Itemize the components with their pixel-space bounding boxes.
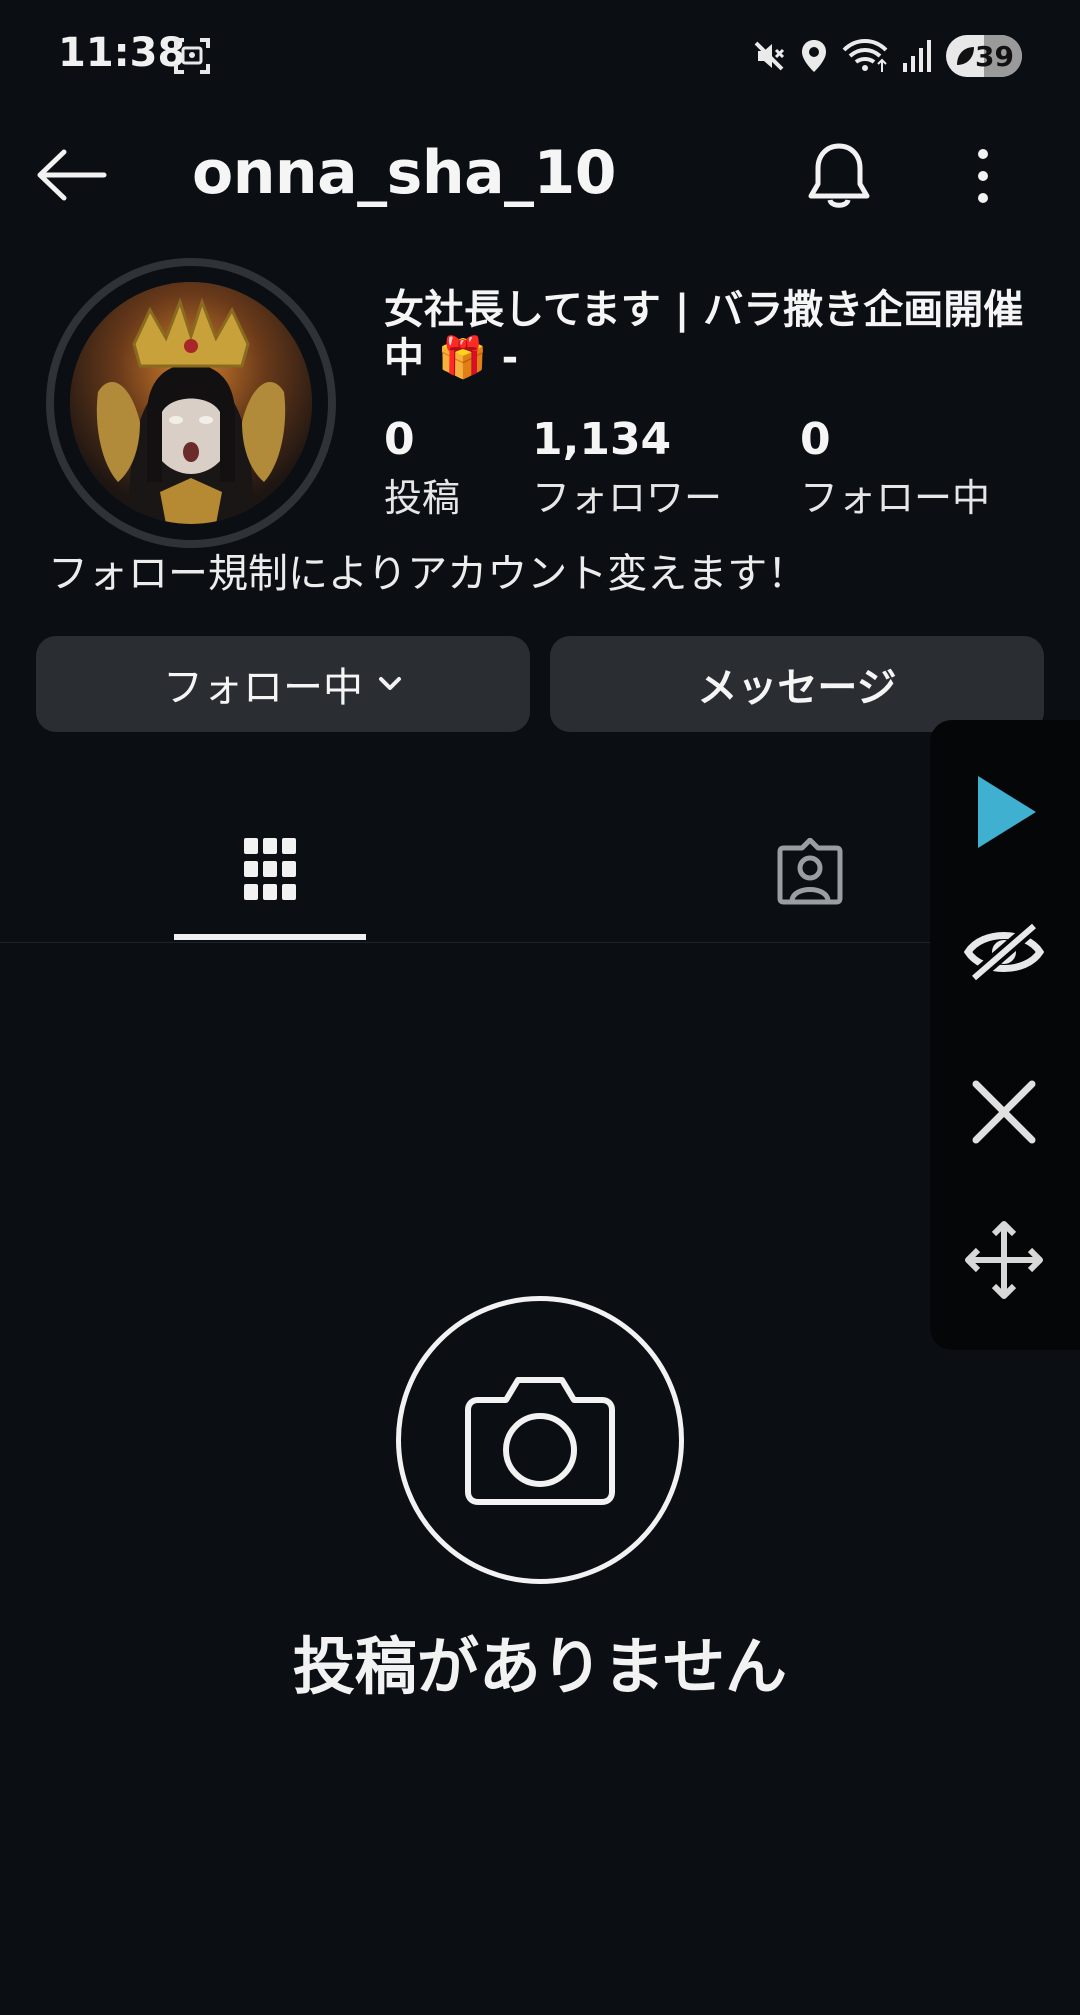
display-name: 女社長してます | バラ撒き企画開催中 🎁 -: [384, 287, 1024, 381]
play-icon[interactable]: [964, 770, 1044, 854]
stat-followers[interactable]: 1,134 フォロワー: [532, 412, 722, 524]
stat-followers-label: フォロワー: [532, 476, 723, 520]
stat-posts-label: 投稿: [384, 476, 461, 520]
leaf-icon: [957, 47, 974, 65]
profile-screen: 11:38 39 onna_sha_10 女社長してます | バラ撒き企画開催中…: [0, 0, 1080, 2015]
stat-posts[interactable]: 0 投稿: [384, 412, 460, 524]
active-tab-indicator: [174, 934, 366, 940]
location-icon: [802, 40, 826, 72]
tagged-person-icon[interactable]: [776, 838, 844, 906]
camera-icon: [465, 1377, 615, 1505]
following-button[interactable]: フォロー中: [36, 636, 530, 732]
move-icon[interactable]: [964, 1220, 1044, 1300]
more-vertical-icon[interactable]: [968, 146, 998, 206]
avatar-image: [70, 282, 312, 524]
bio: フォロー規制によりアカウント変えます！: [48, 551, 808, 597]
profile-header: onna_sha_10: [0, 120, 1080, 230]
back-arrow-icon[interactable]: [36, 148, 108, 202]
signal-icon: [903, 40, 931, 72]
battery-icon: 39: [946, 35, 1022, 77]
stat-followers-value: 1,134: [532, 414, 672, 465]
following-button-label: フォロー中: [163, 665, 363, 711]
stat-following[interactable]: 0 フォロー中: [800, 412, 990, 524]
wifi-icon: [842, 39, 888, 72]
status-bar: 11:38 39: [0, 0, 1080, 110]
tab-divider: [0, 942, 1080, 943]
grid-icon[interactable]: [242, 836, 298, 902]
status-time: 11:38: [58, 30, 186, 76]
username: onna_sha_10: [192, 138, 617, 208]
status-icons: 39: [752, 34, 1022, 78]
stat-following-value: 0: [800, 414, 831, 465]
bell-icon[interactable]: [806, 140, 872, 212]
battery-level: 39: [975, 39, 1014, 73]
chevron-down-icon: [379, 677, 401, 690]
stat-following-label: フォロー中: [800, 476, 991, 520]
hide-eye-icon[interactable]: [964, 920, 1044, 984]
close-icon[interactable]: [964, 1072, 1044, 1152]
avatar[interactable]: [70, 282, 312, 524]
empty-state-text: 投稿がありません: [292, 1630, 788, 1703]
mute-icon: [754, 41, 785, 71]
screenshot-icon: [174, 38, 210, 74]
message-button[interactable]: メッセージ: [550, 636, 1044, 732]
floating-control-panel: [930, 720, 1080, 1350]
stat-posts-value: 0: [384, 414, 415, 465]
